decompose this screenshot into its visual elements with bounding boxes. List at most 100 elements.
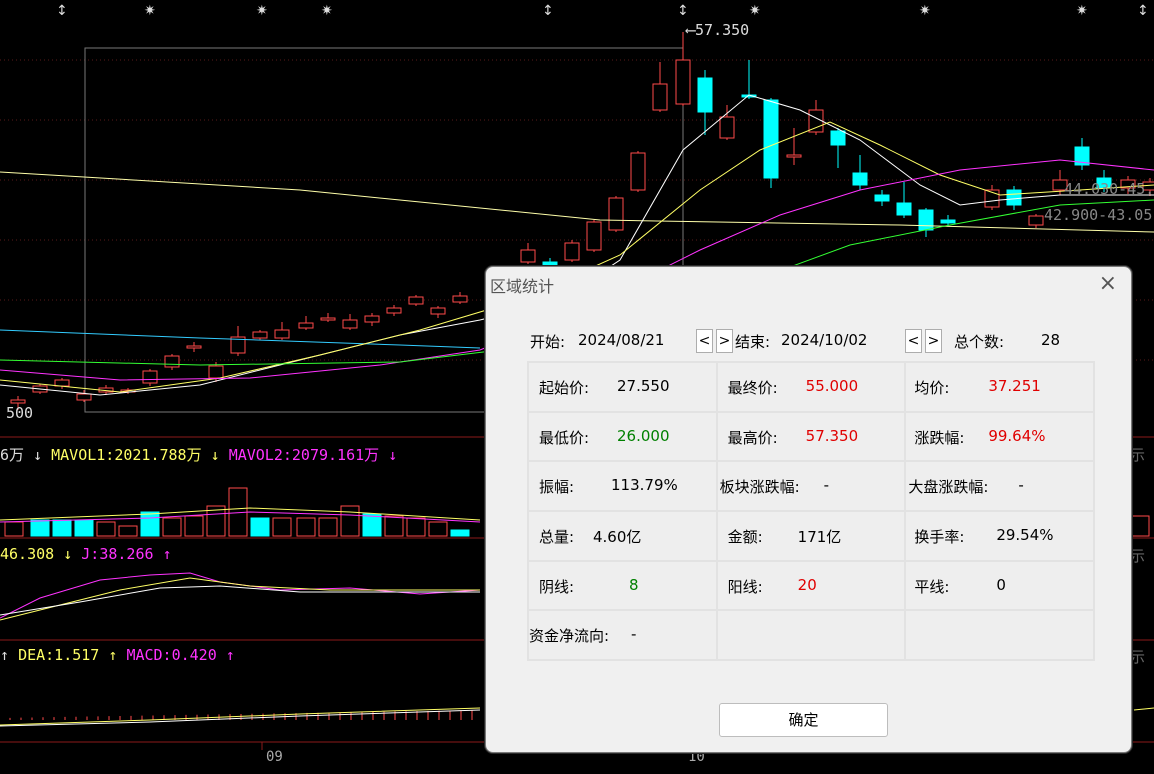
volume-bar: [296, 517, 316, 537]
start-prev-button[interactable]: <: [696, 329, 713, 353]
candle-body: [852, 172, 868, 186]
volume-bar: [318, 517, 338, 537]
event-marker-icon: ✷: [1076, 3, 1088, 19]
candle-body: [697, 77, 713, 113]
volume-bar: [406, 517, 426, 537]
candle-body: [608, 197, 624, 231]
fund-flow-value: -: [631, 625, 637, 644]
candle-body: [586, 221, 602, 251]
volume-bar: [1130, 515, 1150, 537]
candle-body: [430, 307, 446, 315]
stat-cell: 金额: 171亿: [715, 509, 907, 562]
volume-bar: [450, 529, 470, 537]
close-icon[interactable]: ×: [1099, 271, 1117, 296]
candle-body: [719, 116, 735, 139]
event-marker-icon: ✷: [256, 3, 268, 19]
kdj-d-line: [0, 577, 480, 621]
candle-body: [386, 307, 402, 314]
event-marker-icon: ↕: [1137, 3, 1149, 19]
dea-value: DEA:1.517: [18, 646, 100, 664]
event-marker-icon: ✷: [144, 3, 156, 19]
event-marker-icon: ✷: [321, 3, 333, 19]
candle-body: [452, 295, 468, 303]
volume-bar: [140, 511, 160, 537]
volume-bar: [74, 519, 94, 537]
candle-body: [364, 315, 380, 323]
flat-value: 0: [996, 575, 1006, 594]
amplitude-value: 113.79%: [611, 476, 678, 495]
candle-body: [830, 130, 846, 146]
ok-button[interactable]: 确定: [719, 703, 888, 737]
down-arrow-icon: ↓: [33, 446, 52, 464]
event-marker-icon: ↕: [542, 3, 554, 19]
market-change-value: -: [1018, 476, 1024, 495]
candle-body: [298, 322, 314, 329]
amplitude-label: 振幅:: [539, 478, 575, 497]
fund-flow-label: 资金净流向:: [529, 627, 610, 646]
yin-label: 阴线:: [539, 577, 575, 596]
candle-body: [918, 209, 934, 231]
avg-price-label: 均价:: [914, 379, 950, 397]
macd-dea-line: [0, 707, 481, 726]
candle-body: [320, 317, 336, 321]
candle-body: [564, 242, 580, 261]
stat-cell: 振幅: 113.79%: [527, 460, 718, 512]
volume-bar: [162, 517, 182, 537]
candle-body: [10, 399, 26, 404]
candle-body: [1028, 215, 1044, 226]
end-date: 2024/10/02: [781, 331, 868, 349]
candle-body: [1006, 189, 1022, 206]
amount-label: 金额:: [727, 527, 763, 546]
candle-body: [786, 154, 802, 158]
candle-body: [164, 355, 180, 368]
stat-cell: 板块涨跌幅: -: [715, 460, 907, 512]
change-label: 涨跌幅:: [914, 428, 965, 447]
stat-cell: 资金净流向: -: [527, 609, 718, 661]
right-label: 示: [1130, 446, 1146, 464]
yang-value: 20: [797, 575, 817, 594]
market-change-label: 大盘涨跌幅:: [908, 478, 989, 497]
down-arrow-icon: ↓: [210, 446, 229, 464]
volume-bar: [272, 517, 292, 537]
region-stats-dialog: 区域统计 × 开始: 2024/08/21 < > 结束: 2024/10/02…: [485, 266, 1132, 753]
low-price-value: 26.000: [617, 426, 670, 445]
candle-body: [342, 319, 358, 329]
start-next-button[interactable]: >: [716, 329, 733, 353]
volume-unit: 6万: [0, 446, 25, 464]
yang-label: 阳线:: [727, 577, 763, 596]
volume-bar: [340, 505, 360, 537]
right-label: 示: [1130, 648, 1146, 666]
candle-body: [896, 202, 912, 216]
stat-cell: 阳线: 20: [715, 559, 907, 612]
volume-value: 4.60亿: [593, 527, 642, 546]
avg-price-value: 37.251: [988, 377, 1041, 395]
candle-body: [940, 219, 956, 224]
stat-cell: 平线: 0: [904, 559, 1095, 612]
sector-change-label: 板块涨跌幅:: [719, 478, 800, 497]
mavol1-value: MAVOL1:2021.788万: [51, 446, 202, 464]
stat-cell: 阴线: 8: [527, 559, 718, 612]
up-arrow-icon: ↑: [0, 646, 19, 664]
total-value: 28: [1041, 331, 1061, 349]
volume-bar: [362, 513, 382, 537]
event-marker-icon: ✷: [749, 3, 761, 19]
up-arrow-icon: ↑: [225, 646, 235, 664]
macd-dif-line: [0, 709, 481, 727]
dialog-title: 区域统计: [490, 277, 555, 296]
close-price-value: 55.000: [805, 377, 859, 395]
up-arrow-icon: ↑: [162, 545, 172, 563]
candle-body: [274, 329, 290, 339]
end-next-button[interactable]: >: [925, 329, 942, 353]
candle-body: [675, 59, 691, 105]
right-label: 示: [1130, 547, 1146, 565]
volume-bar: [118, 525, 138, 537]
kdj-d-value: 46.308: [0, 545, 55, 563]
macd-dea-line: [1133, 707, 1154, 711]
volume-bar: [52, 519, 72, 537]
kdj-j-value: J:38.266: [81, 545, 154, 563]
mavol2-value: MAVOL2:2079.161万: [228, 446, 380, 464]
kdj-j-line: [0, 572, 481, 619]
end-prev-button[interactable]: <: [905, 329, 922, 353]
up-arrow-icon: ↑: [108, 646, 127, 664]
volume-bar: [96, 521, 116, 537]
